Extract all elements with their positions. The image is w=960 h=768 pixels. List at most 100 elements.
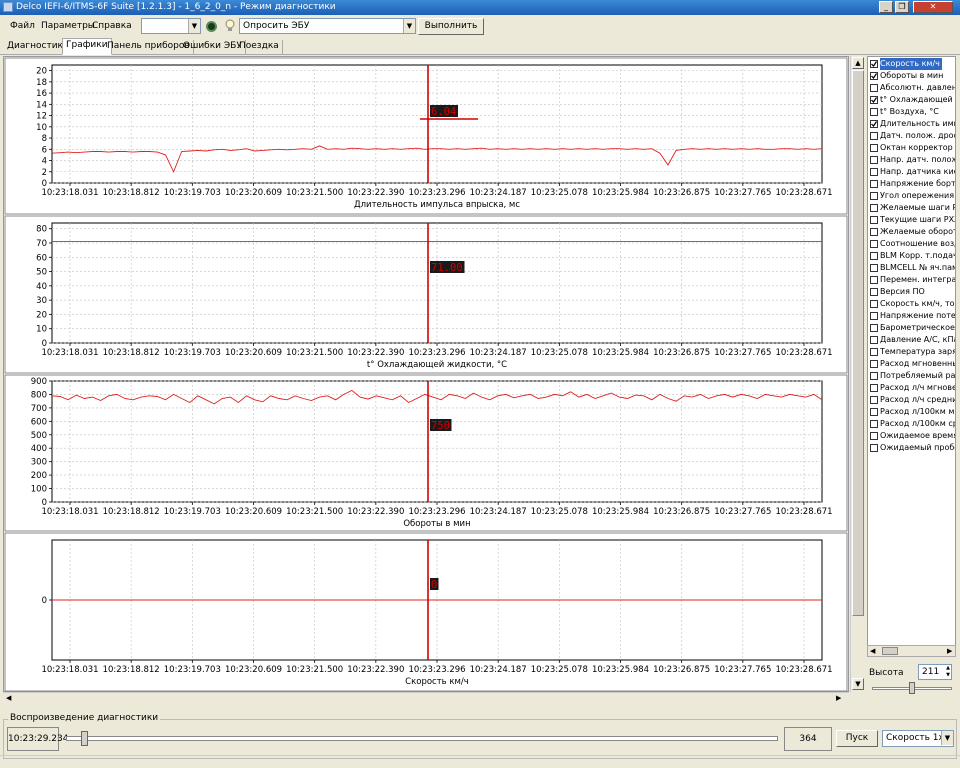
parameter-item[interactable]: Скорость км/ч bbox=[868, 58, 955, 70]
parameter-checkbox[interactable] bbox=[870, 132, 878, 140]
chevron-down-icon[interactable]: ▼ bbox=[403, 19, 415, 33]
parameter-checkbox[interactable] bbox=[870, 324, 878, 332]
parameter-checkbox[interactable] bbox=[870, 312, 878, 320]
playback-slider-handle[interactable] bbox=[81, 731, 88, 746]
parameter-checkbox[interactable] bbox=[870, 288, 878, 296]
parameter-item[interactable]: Версия ПО bbox=[868, 286, 955, 298]
parameter-checkbox[interactable] bbox=[870, 408, 878, 416]
playback-slider[interactable] bbox=[66, 731, 778, 746]
minimize-button[interactable]: _ bbox=[879, 1, 893, 13]
tab-trip[interactable]: Поездка bbox=[236, 40, 283, 55]
parameter-checkbox[interactable] bbox=[870, 396, 878, 404]
menu-parameters[interactable]: Параметры bbox=[41, 21, 95, 31]
parameter-item[interactable]: t° Воздуха, °C bbox=[868, 106, 955, 118]
parameter-item[interactable]: Напряжение бортсе bbox=[868, 178, 955, 190]
parameter-checkbox[interactable] bbox=[870, 384, 878, 392]
parameter-checkbox[interactable] bbox=[870, 444, 878, 452]
parameter-item[interactable]: Потребляемый расх bbox=[868, 370, 955, 382]
scroll-down-icon[interactable]: ▼ bbox=[852, 678, 864, 690]
parameter-checkbox[interactable] bbox=[870, 192, 878, 200]
parameter-checkbox[interactable] bbox=[870, 204, 878, 212]
charts-hscrollbar[interactable]: ◀ ▶ bbox=[3, 692, 849, 702]
close-button[interactable]: ✕ bbox=[913, 1, 953, 13]
parameter-checkbox[interactable] bbox=[870, 60, 878, 68]
parameter-checkbox[interactable] bbox=[870, 336, 878, 344]
spin-up-icon[interactable]: ▲ bbox=[946, 665, 950, 672]
parameter-item[interactable]: Октан корректор (н bbox=[868, 142, 955, 154]
parameter-checkbox[interactable] bbox=[870, 168, 878, 176]
parameter-checkbox[interactable] bbox=[870, 84, 878, 92]
parameter-item[interactable]: Расход л/ч мгновен bbox=[868, 382, 955, 394]
parameter-item[interactable]: Давление A/C, кПа bbox=[868, 334, 955, 346]
parameter-item[interactable]: Текущие шаги РХХ bbox=[868, 214, 955, 226]
height-slider-handle[interactable] bbox=[909, 682, 915, 694]
device-combo[interactable]: ▼ bbox=[141, 18, 201, 34]
parameter-checkbox[interactable] bbox=[870, 108, 878, 116]
parameter-item[interactable]: Ожидаемый пробег bbox=[868, 442, 955, 454]
parameter-checkbox[interactable] bbox=[870, 348, 878, 356]
parameter-item[interactable]: Обороты в мин bbox=[868, 70, 955, 82]
parameter-checkbox[interactable] bbox=[870, 144, 878, 152]
parameter-checkbox[interactable] bbox=[870, 252, 878, 260]
query-combo[interactable]: Опросить ЭБУ ▼ bbox=[239, 18, 416, 34]
parameter-checkbox[interactable] bbox=[870, 72, 878, 80]
parameter-item[interactable]: Угол опережения з bbox=[868, 190, 955, 202]
parameter-item[interactable]: Расход мгновенный bbox=[868, 358, 955, 370]
parameter-checkbox[interactable] bbox=[870, 216, 878, 224]
speed-combo[interactable]: Скорость 1x ▼ bbox=[882, 730, 954, 747]
parameter-checkbox[interactable] bbox=[870, 180, 878, 188]
parameter-list-hscrollbar[interactable]: ◀ ▶ bbox=[867, 645, 956, 657]
parameter-item[interactable]: Датч. полож. дросс bbox=[868, 130, 955, 142]
parameter-checkbox[interactable] bbox=[870, 156, 878, 164]
parameter-item[interactable]: Расход л/100км сре bbox=[868, 418, 955, 430]
parameter-checkbox[interactable] bbox=[870, 300, 878, 308]
parameter-list[interactable]: Скорость км/ч Обороты в мин Абсолютн. давл… bbox=[867, 56, 956, 656]
parameter-item[interactable]: Барометрическое д bbox=[868, 322, 955, 334]
execute-button[interactable]: Выполнить bbox=[418, 18, 484, 35]
parameter-checkbox[interactable] bbox=[870, 264, 878, 272]
parameter-item[interactable]: Абсолютн. давлен. в bbox=[868, 82, 955, 94]
scroll-up-icon[interactable]: ▲ bbox=[852, 57, 864, 69]
parameter-item[interactable]: Расход л/100км мгн bbox=[868, 406, 955, 418]
parameter-item[interactable]: Соотношение возду bbox=[868, 238, 955, 250]
parameter-item[interactable]: Расход л/ч средний bbox=[868, 394, 955, 406]
chevron-down-icon[interactable]: ▼ bbox=[941, 731, 953, 745]
scroll-right-icon[interactable]: ▶ bbox=[947, 647, 952, 655]
parameter-item[interactable]: Длительность импу bbox=[868, 118, 955, 130]
parameter-checkbox[interactable] bbox=[870, 372, 878, 380]
scroll-left-icon[interactable]: ◀ bbox=[870, 647, 875, 655]
parameter-checkbox[interactable] bbox=[870, 240, 878, 248]
height-slider[interactable] bbox=[872, 682, 952, 694]
spin-down-icon[interactable]: ▼ bbox=[946, 672, 950, 679]
maximize-button[interactable]: ❐ bbox=[895, 1, 909, 13]
parameter-item[interactable]: Напр. датч. полож. д bbox=[868, 154, 955, 166]
parameter-checkbox[interactable] bbox=[870, 360, 878, 368]
parameter-checkbox[interactable] bbox=[870, 120, 878, 128]
parameter-item[interactable]: t° Охлаждающей жи bbox=[868, 94, 955, 106]
parameter-item[interactable]: Желаемые шаги РХ bbox=[868, 202, 955, 214]
chevron-down-icon[interactable]: ▼ bbox=[188, 19, 200, 33]
parameter-item[interactable]: Перемен. интеграто bbox=[868, 274, 955, 286]
parameter-checkbox[interactable] bbox=[870, 432, 878, 440]
parameter-item[interactable]: Скорость км/ч, точн bbox=[868, 298, 955, 310]
height-spinner[interactable]: 211 ▲ ▼ bbox=[918, 664, 952, 680]
parameter-item[interactable]: BLM Корр. т.подачи bbox=[868, 250, 955, 262]
scroll-right-icon[interactable]: ▶ bbox=[836, 694, 841, 702]
charts-scrollbar[interactable]: ▲ ▼ bbox=[850, 56, 864, 692]
parameter-item[interactable]: Напр. датчика кисл bbox=[868, 166, 955, 178]
lightbulb-icon[interactable] bbox=[224, 19, 236, 32]
parameter-checkbox[interactable] bbox=[870, 96, 878, 104]
play-button[interactable]: Пуск bbox=[836, 730, 878, 747]
parameter-item[interactable]: Температура заряд bbox=[868, 346, 955, 358]
parameter-item[interactable]: BLMCELL № яч.пам bbox=[868, 262, 955, 274]
parameter-item[interactable]: Ожидаемое время р bbox=[868, 430, 955, 442]
parameter-item[interactable]: Желаемые оборото bbox=[868, 226, 955, 238]
parameter-item[interactable]: Напряжение потенц bbox=[868, 310, 955, 322]
scrollbar-thumb[interactable] bbox=[852, 70, 864, 616]
menu-file[interactable]: Файл bbox=[10, 21, 35, 31]
scrollbar-thumb[interactable] bbox=[882, 647, 898, 655]
scroll-left-icon[interactable]: ◀ bbox=[6, 694, 11, 702]
parameter-checkbox[interactable] bbox=[870, 276, 878, 284]
parameter-checkbox[interactable] bbox=[870, 420, 878, 428]
parameter-checkbox[interactable] bbox=[870, 228, 878, 236]
